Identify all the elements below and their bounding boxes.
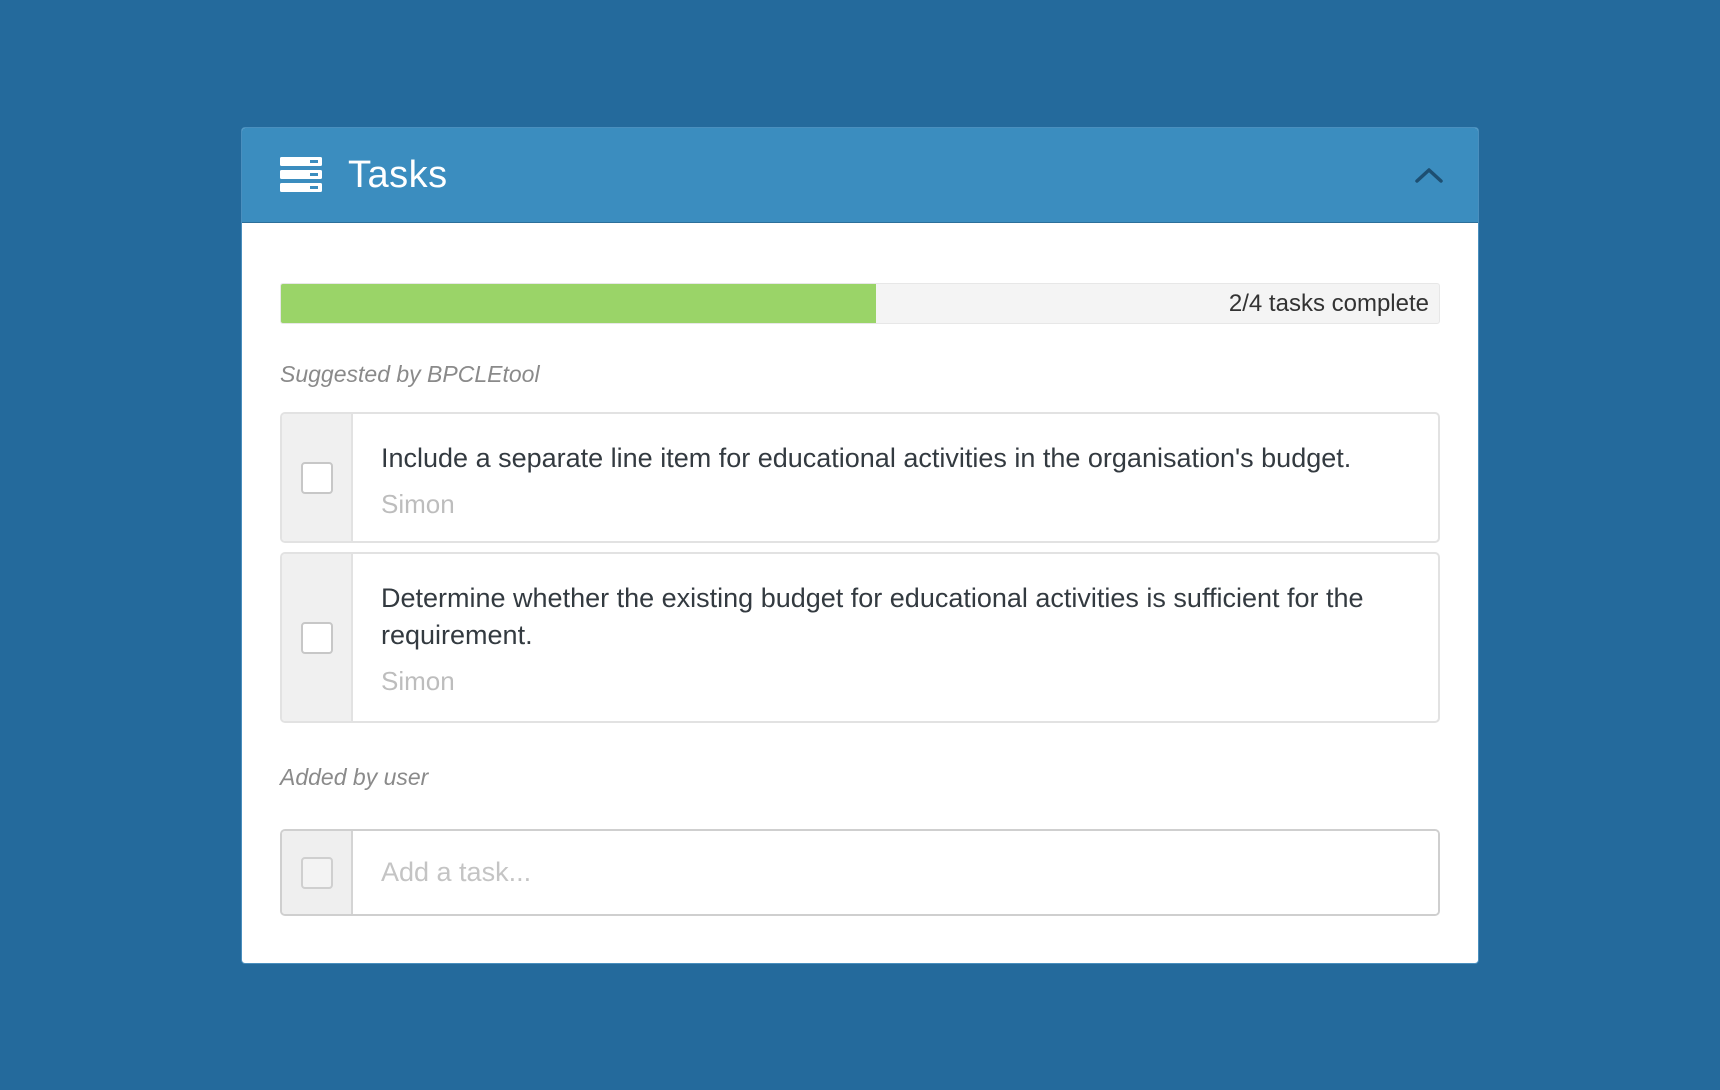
progress-bar: 2/4 tasks complete xyxy=(280,283,1440,324)
task-checkbox-cell xyxy=(282,554,353,721)
added-section-label: Added by user xyxy=(280,764,429,790)
task-content[interactable]: Include a separate line item for educati… xyxy=(353,414,1438,541)
task-owner: Simon xyxy=(381,489,455,519)
collapse-button[interactable] xyxy=(1412,162,1446,188)
progress-fill xyxy=(281,284,877,323)
task-item: Include a separate line item for educati… xyxy=(280,412,1440,543)
add-task-row xyxy=(280,829,1440,916)
panel-body: 2/4 tasks complete Suggested by BPCLEtoo… xyxy=(242,223,1478,916)
add-task-checkbox-cell xyxy=(282,831,353,914)
panel-title: Tasks xyxy=(348,153,448,196)
panel-header: Tasks xyxy=(242,128,1478,223)
chevron-up-icon xyxy=(1415,168,1443,183)
task-item: Determine whether the existing budget fo… xyxy=(280,552,1440,723)
suggested-task-list: Include a separate line item for educati… xyxy=(280,412,1440,723)
progress-label: 2/4 tasks complete xyxy=(1228,289,1429,317)
tasks-panel: Tasks 2/4 tasks complete Suggested by BP… xyxy=(241,127,1479,964)
task-owner: Simon xyxy=(381,666,455,696)
task-checkbox[interactable] xyxy=(300,621,333,654)
suggested-section-label: Suggested by BPCLEtool xyxy=(280,361,540,387)
task-text: Determine whether the existing budget fo… xyxy=(381,583,1364,650)
task-checkbox-cell xyxy=(282,414,353,541)
add-task-checkbox xyxy=(300,856,333,889)
task-text: Include a separate line item for educati… xyxy=(381,443,1352,473)
task-content[interactable]: Determine whether the existing budget fo… xyxy=(353,554,1438,721)
add-task-input[interactable] xyxy=(353,831,1438,914)
task-checkbox[interactable] xyxy=(300,461,333,494)
server-stack-icon xyxy=(280,157,322,192)
